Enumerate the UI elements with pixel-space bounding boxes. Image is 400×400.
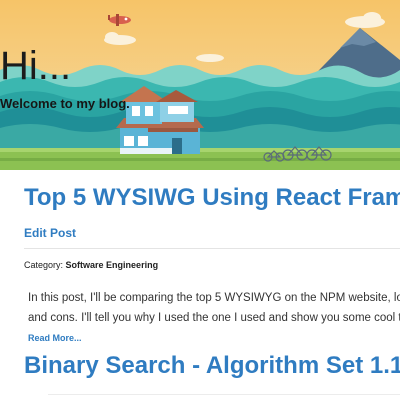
site-subtitle: Welcome to my blog.	[0, 96, 130, 111]
header-banner: Hi... Welcome to my blog.	[0, 0, 400, 170]
site-greeting: Hi...	[0, 44, 72, 88]
post-excerpt: In this post, I'll be comparing the top …	[28, 288, 400, 328]
post-category: Category: Software Engineering	[24, 260, 158, 270]
excerpt-line: In this post, I'll be comparing the top …	[28, 292, 400, 304]
category-label: Category:	[24, 260, 64, 270]
divider	[48, 394, 400, 395]
post-title-link[interactable]: Binary Search - Algorithm Set 1.1	[24, 352, 400, 380]
edit-post-link[interactable]: Edit Post	[24, 226, 76, 240]
divider	[24, 248, 400, 249]
blog-page: Hi... Welcome to my blog. Top 5 WYSIWG U…	[0, 0, 400, 400]
post-title-link[interactable]: Top 5 WYSIWG Using React Framework	[24, 184, 400, 212]
read-more-link[interactable]: Read More...	[28, 333, 82, 343]
category-value: Software Engineering	[65, 260, 159, 270]
excerpt-line: and cons. I'll tell you why I used the o…	[28, 312, 400, 324]
